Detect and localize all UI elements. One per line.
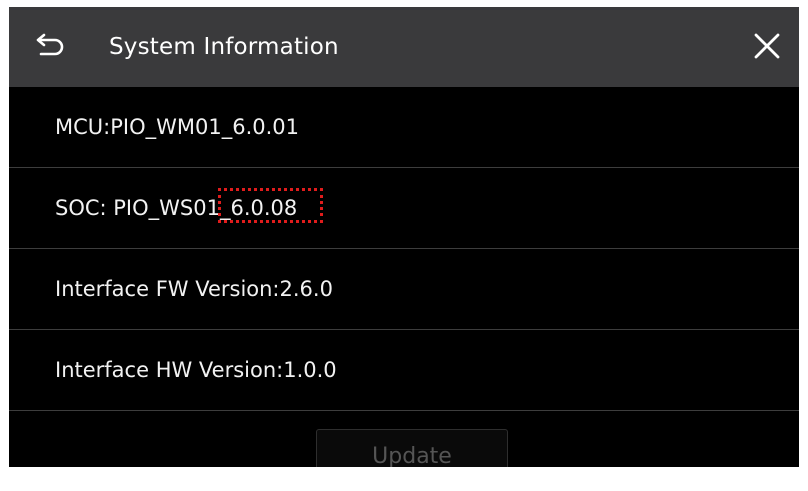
interface-hw-label: Interface HW Version: <box>55 358 284 382</box>
interface-hw-row: Interface HW Version: 1.0.0 <box>9 330 799 411</box>
soc-version-value: 6.0.08 <box>218 188 324 223</box>
close-button[interactable] <box>745 26 789 70</box>
soc-version-text: 6.0.08 <box>230 196 298 220</box>
footer-area: Update <box>9 413 799 467</box>
interface-fw-label: Interface FW Version: <box>55 277 280 301</box>
back-button[interactable] <box>31 29 71 65</box>
update-button[interactable]: Update <box>316 429 508 467</box>
system-info-list: MCU: PIO_WM01_6.0.01 SOC: PIO_WS01_ 6.0.0… <box>9 87 799 411</box>
mcu-label: MCU: <box>55 115 111 139</box>
mcu-version-value: PIO_WM01_6.0.01 <box>110 115 300 139</box>
page-title: System Information <box>109 34 339 60</box>
mcu-row: MCU: PIO_WM01_6.0.01 <box>9 87 799 168</box>
interface-fw-value: 2.6.0 <box>279 277 333 301</box>
header-bar: System Information <box>9 7 799 87</box>
system-information-screen: System Information MCU: PIO_WM01_6.0.01 … <box>9 7 799 467</box>
soc-row: SOC: PIO_WS01_ 6.0.08 <box>9 168 799 249</box>
soc-label: SOC: PIO_WS01_ <box>55 196 231 220</box>
close-x-icon <box>752 31 782 65</box>
interface-hw-value: 1.0.0 <box>283 358 337 382</box>
return-arrow-icon <box>35 32 67 62</box>
interface-fw-row: Interface FW Version: 2.6.0 <box>9 249 799 330</box>
